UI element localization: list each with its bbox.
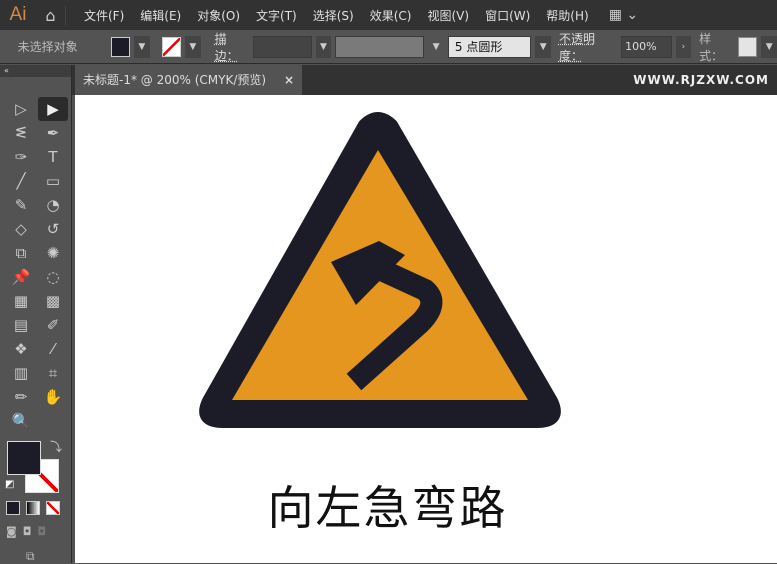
type-tool-icon[interactable]: T — [38, 145, 68, 169]
stroke-weight-input[interactable] — [253, 35, 312, 58]
scale-tool-icon[interactable]: ⧉ — [6, 241, 36, 265]
opacity-input[interactable]: 100% — [621, 35, 672, 58]
direct-selection-tool-icon[interactable]: ▷ — [6, 97, 36, 121]
perspective-grid-tool-icon[interactable]: ▦ — [6, 289, 36, 313]
menu-type[interactable]: 文字(T) — [248, 7, 305, 24]
variable-width-profile[interactable] — [335, 35, 425, 58]
pin-tool-icon[interactable]: 📌 — [6, 265, 36, 289]
fill-dropdown[interactable]: ▼ — [134, 35, 150, 58]
draw-normal-icon[interactable]: ◙ — [6, 525, 17, 538]
artboard-tool-icon[interactable]: ⌗ — [38, 361, 68, 385]
paintbrush-tool-icon[interactable]: ✎ — [6, 193, 36, 217]
color-button[interactable] — [6, 501, 20, 515]
app-logo: Ai — [9, 4, 27, 25]
style-swatch[interactable] — [738, 36, 758, 57]
eraser-tool-icon[interactable]: ◇ — [6, 217, 36, 241]
workspace-switcher-icon[interactable]: ▦ ⌄ — [609, 7, 638, 23]
measure-tool-icon[interactable]: ✐ — [38, 313, 68, 337]
pencil-tool-icon[interactable]: ✏ — [6, 385, 36, 409]
watermark: WWW.RJZXW.COM — [633, 73, 769, 87]
menu-effect[interactable]: 效果(C) — [362, 7, 420, 24]
collapse-icon[interactable]: « — [0, 65, 71, 77]
menu-view[interactable]: 视图(V) — [419, 7, 477, 24]
document-tab-bar: 未标题-1* @ 200% (CMYK/预览) × WWW.RJZXW.COM — [0, 65, 777, 95]
selection-tool-icon[interactable]: ▶ — [38, 97, 68, 121]
document-tab[interactable]: 未标题-1* @ 200% (CMYK/预览) × — [75, 65, 302, 95]
puppet-warp-tool-icon[interactable]: ✺ — [38, 241, 68, 265]
fill-swatch[interactable] — [110, 36, 131, 57]
brush-definition[interactable]: 5 点圆形 — [447, 35, 532, 58]
blend-tool-icon[interactable]: ❖ — [6, 337, 36, 361]
menu-edit[interactable]: 编辑(E) — [132, 7, 189, 24]
stroke-label: 描边： — [214, 31, 239, 63]
screen-mode-icon[interactable]: ⧉ — [26, 549, 35, 564]
gradient-button[interactable] — [26, 501, 40, 515]
opacity-label: 不透明度： — [558, 31, 595, 63]
menu-bar: Ai ⌂ 文件(F) 编辑(E) 对象(O) 文字(T) 选择(S) 效果(C)… — [0, 0, 777, 30]
menu-window[interactable]: 窗口(W) — [477, 7, 538, 24]
lasso-tool-icon[interactable]: ᓬ — [6, 121, 36, 145]
draw-mode-buttons: ◙ ◘ ◘ — [6, 525, 46, 538]
selection-status: 未选择对象 — [17, 40, 78, 54]
close-tab-icon[interactable]: × — [284, 65, 294, 95]
stroke-swatch[interactable] — [161, 36, 182, 57]
style-dropdown[interactable]: ▼ — [761, 35, 777, 58]
hand-tool-icon[interactable]: ✋ — [38, 385, 68, 409]
eyedropper-tool-icon[interactable]: ⁄ — [38, 337, 68, 361]
none-button[interactable] — [46, 501, 60, 515]
opacity-arrow[interactable]: › — [675, 35, 692, 58]
mesh-tool-icon[interactable]: ▩ — [38, 289, 68, 313]
menu-help[interactable]: 帮助(H) — [538, 7, 596, 24]
stroke-weight-dropdown[interactable]: ▼ — [315, 35, 332, 58]
home-icon[interactable]: ⌂ — [36, 5, 66, 25]
rectangle-tool-icon[interactable]: ▭ — [38, 169, 68, 193]
curvature-tool-icon[interactable]: ✑ — [6, 145, 36, 169]
line-tool-icon[interactable]: ╱ — [6, 169, 36, 193]
menu-object[interactable]: 对象(O) — [189, 7, 248, 24]
stroke-dropdown[interactable]: ▼ — [185, 35, 201, 58]
color-mode-buttons — [6, 501, 60, 515]
profile-dropdown: ▼ — [428, 35, 444, 58]
style-label: 样式： — [699, 31, 724, 63]
graph-tool-icon[interactable]: ▥ — [6, 361, 36, 385]
tools-panel: « ▷ ▶ ᓬ ✒ ✑ T ╱ ▭ ✎ ◔ ◇ ↺ ⧉ ✺ 📌 ◌ ▦ ▩ ▤ ✐ ❖ ⁄ ▥ ⌗ ✏ ✋ 🔍 ⤵ ◩ ◙ ◘ ◘ ⧉ — [0, 65, 72, 563]
draw-inside-icon[interactable]: ◘ — [37, 525, 46, 538]
draw-behind-icon[interactable]: ◘ — [23, 525, 32, 538]
rotate-tool-icon[interactable]: ↺ — [38, 217, 68, 241]
swap-colors-icon[interactable]: ⤵ — [50, 438, 62, 455]
control-bar: 未选择对象 ▼ ▼ 描边： ▼ ▼ 5 点圆形 ▼ 不透明度： 100% › 样式：… — [0, 30, 777, 64]
shape-builder-tool-icon[interactable]: ◌ — [38, 265, 68, 289]
gradient-tool-icon[interactable]: ▤ — [6, 313, 36, 337]
default-colors-icon[interactable]: ◩ — [5, 479, 14, 490]
empty-tool-icon — [38, 409, 68, 433]
pen-tool-icon[interactable]: ✒ — [38, 121, 68, 145]
zoom-tool-icon[interactable]: 🔍 — [6, 409, 36, 433]
menu-file[interactable]: 文件(F) — [76, 7, 132, 24]
menu-select[interactable]: 选择(S) — [305, 7, 362, 24]
sign-caption: 向左急弯路 — [267, 481, 508, 535]
document-tab-title: 未标题-1* @ 200% (CMYK/预览) — [83, 73, 267, 87]
fill-color-box[interactable] — [7, 441, 41, 475]
brush-dropdown[interactable]: ▼ — [535, 35, 551, 58]
tool-grid: ▷ ▶ ᓬ ✒ ✑ T ╱ ▭ ✎ ◔ ◇ ↺ ⧉ ✺ 📌 ◌ ▦ ▩ ▤ ✐ ❖ ⁄ ▥ ⌗ ✏ ✋ 🔍 — [6, 97, 68, 433]
shaper-tool-icon[interactable]: ◔ — [38, 193, 68, 217]
